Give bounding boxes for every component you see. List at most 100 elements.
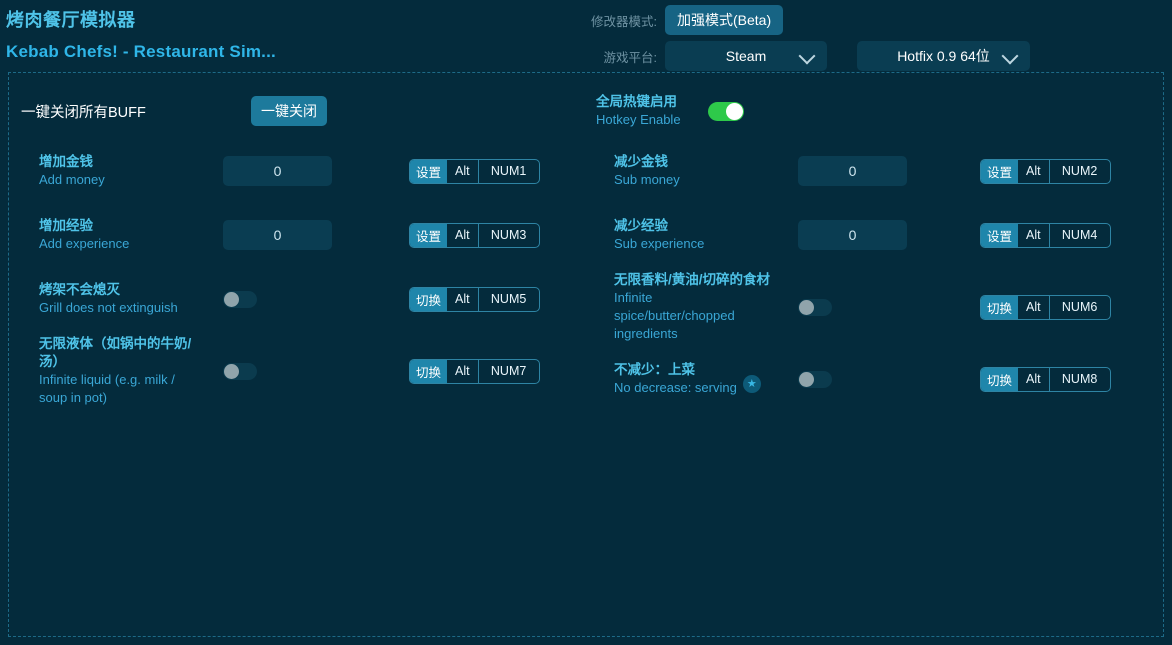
hotkey-modifier[interactable]: Alt	[1018, 160, 1049, 183]
cheat-name-cn: 增加金钱	[39, 153, 105, 171]
game-title-en: Kebab Chefs! - Restaurant Sim...	[6, 40, 276, 64]
cheat-value-input[interactable]	[223, 156, 332, 186]
cheat-toggle[interactable]	[798, 299, 832, 316]
hotkey-group: 切换AltNUM7	[409, 359, 540, 384]
cheat-hotkey-group-wrap: 切换AltNUM6	[980, 295, 1111, 320]
cheat-name-en: Grill does not extinguish	[39, 299, 178, 317]
chevron-down-icon	[1002, 48, 1019, 65]
cheat-row-labels: 增加经验Add experience	[21, 217, 203, 253]
cheat-hotkey-group-wrap: 设置AltNUM4	[980, 223, 1111, 248]
cheat-value-input[interactable]	[798, 220, 907, 250]
cheat-toggle[interactable]	[223, 291, 257, 308]
hotkey-modifier[interactable]: Alt	[447, 224, 478, 247]
hotkey-group: 切换AltNUM6	[980, 295, 1111, 320]
cheat-row: 烤架不会熄灭Grill does not extinguish 切换AltNUM5	[21, 267, 586, 331]
cheat-name-en: Add money	[39, 171, 105, 189]
toggle-knob	[224, 364, 239, 379]
cheat-name-en: Infinite spice/butter/chopped ingredient…	[614, 289, 770, 343]
hotkey-enable-toggle[interactable]	[708, 102, 744, 121]
hotkey-action-button[interactable]: 切换	[981, 296, 1018, 319]
hotkey-key[interactable]: NUM1	[478, 160, 539, 183]
trainer-mode-label: 修改器模式:	[575, 11, 665, 30]
cheat-toggle[interactable]	[798, 371, 832, 388]
hotkey-key[interactable]: NUM7	[478, 360, 539, 383]
cheat-row-label-text: 无限液体（如锅中的牛奶/汤）Infinite liquid (e.g. milk…	[39, 335, 195, 407]
cheat-row-control	[203, 156, 405, 186]
cheat-name-en: Add experience	[39, 235, 129, 253]
trainer-mode-button[interactable]: 加强模式(Beta)	[665, 5, 783, 35]
hotkey-modifier[interactable]: Alt	[447, 160, 478, 183]
app-header: 烤肉餐厅模拟器 Kebab Chefs! - Restaurant Sim...…	[0, 0, 1172, 70]
trainer-mode-row: 修改器模式: 加强模式(Beta)	[575, 4, 1165, 36]
hotkey-modifier[interactable]: Alt	[1018, 296, 1049, 319]
cheat-row-label-text: 烤架不会熄灭Grill does not extinguish	[39, 281, 178, 317]
cheat-value-input[interactable]	[798, 156, 907, 186]
hotkey-action-button[interactable]: 切换	[410, 360, 447, 383]
cheat-row-control	[778, 156, 980, 186]
cheat-columns: 一键关闭所有BUFF 一键关闭 增加金钱Add money设置AltNUM1增加…	[9, 73, 1163, 411]
hotkey-key[interactable]: NUM4	[1049, 224, 1110, 247]
hotkey-modifier[interactable]: Alt	[447, 360, 478, 383]
star-badge-icon: ★	[743, 375, 761, 393]
hotkey-action-button[interactable]: 设置	[410, 160, 447, 183]
hotkey-group: 设置AltNUM4	[980, 223, 1111, 248]
version-select-value: Hotfix 0.9 64位	[897, 46, 990, 66]
hotkey-modifier[interactable]: Alt	[1018, 224, 1049, 247]
version-select[interactable]: Hotfix 0.9 64位	[857, 41, 1030, 71]
cheat-row: 无限香料/黄油/切碎的食材Infinite spice/butter/chopp…	[596, 267, 1163, 347]
close-all-button[interactable]: 一键关闭	[251, 96, 327, 126]
cheat-column-left: 一键关闭所有BUFF 一键关闭 增加金钱Add money设置AltNUM1增加…	[9, 83, 586, 411]
toggle-knob	[726, 103, 743, 120]
hotkey-key[interactable]: NUM3	[478, 224, 539, 247]
cheat-name-cn: 无限液体（如锅中的牛奶/汤）	[39, 335, 195, 371]
hotkey-key[interactable]: NUM5	[478, 288, 539, 311]
cheat-panel: 一键关闭所有BUFF 一键关闭 增加金钱Add money设置AltNUM1增加…	[8, 72, 1164, 637]
cheat-row-control	[203, 220, 405, 250]
cheat-row-labels: 不减少：上菜No decrease: serving ★	[596, 361, 778, 397]
platform-label: 游戏平台:	[575, 47, 665, 66]
cheat-row-labels: 减少金钱Sub money	[596, 153, 778, 189]
hotkey-group: 切换AltNUM5	[409, 287, 540, 312]
cheat-row-label-text: 不减少：上菜No decrease: serving	[614, 361, 737, 397]
hotkey-action-button[interactable]: 设置	[981, 160, 1018, 183]
cheat-row-labels: 烤架不会熄灭Grill does not extinguish	[21, 281, 203, 317]
hotkey-enable-name-en: Hotkey Enable	[596, 111, 708, 129]
cheat-toggle[interactable]	[223, 363, 257, 380]
cheat-name-en: No decrease: serving	[614, 379, 737, 397]
hotkey-enable-name-cn: 全局热键启用	[596, 93, 708, 111]
cheat-rows-left: 增加金钱Add money设置AltNUM1增加经验Add experience…	[21, 139, 586, 411]
cheat-hotkey-group-wrap: 切换AltNUM5	[409, 287, 540, 312]
cheat-row: 减少金钱Sub money 设置AltNUM2	[596, 139, 1163, 203]
hotkey-modifier[interactable]: Alt	[447, 288, 478, 311]
hotkey-enable-labels: 全局热键启用 Hotkey Enable	[596, 93, 708, 129]
hotkey-action-button[interactable]: 切换	[410, 288, 447, 311]
title-block: 烤肉餐厅模拟器 Kebab Chefs! - Restaurant Sim...	[6, 8, 276, 64]
cheat-hotkey-group-wrap: 设置AltNUM2	[980, 159, 1111, 184]
cheat-row-control	[778, 299, 980, 316]
hotkey-key[interactable]: NUM6	[1049, 296, 1110, 319]
cheat-name-en: Infinite liquid (e.g. milk / soup in pot…	[39, 371, 195, 407]
cheat-name-cn: 减少金钱	[614, 153, 680, 171]
cheat-row-control	[778, 371, 980, 388]
hotkey-group: 设置AltNUM2	[980, 159, 1111, 184]
hotkey-key[interactable]: NUM2	[1049, 160, 1110, 183]
cheat-column-right: 全局热键启用 Hotkey Enable 减少金钱Sub money设置AltN…	[586, 83, 1163, 411]
hotkey-action-button[interactable]: 设置	[410, 224, 447, 247]
hotkey-modifier[interactable]: Alt	[1018, 368, 1049, 391]
hotkey-action-button[interactable]: 切换	[981, 368, 1018, 391]
cheat-value-input[interactable]	[223, 220, 332, 250]
hotkey-group: 切换AltNUM8	[980, 367, 1111, 392]
cheat-hotkey-group-wrap: 切换AltNUM8	[980, 367, 1111, 392]
toggle-knob	[799, 300, 814, 315]
cheat-row-labels: 增加金钱Add money	[21, 153, 203, 189]
hotkey-action-button[interactable]: 设置	[981, 224, 1018, 247]
platform-select-value: Steam	[726, 48, 766, 64]
platform-select[interactable]: Steam	[665, 41, 827, 71]
hotkey-key[interactable]: NUM8	[1049, 368, 1110, 391]
toggle-knob	[224, 292, 239, 307]
hotkey-enable-row: 全局热键启用 Hotkey Enable	[596, 83, 1163, 139]
cheat-name-en: Sub experience	[614, 235, 704, 253]
chevron-down-icon	[799, 48, 816, 65]
game-title-cn: 烤肉餐厅模拟器	[6, 8, 276, 32]
cheat-row-labels: 无限香料/黄油/切碎的食材Infinite spice/butter/chopp…	[596, 271, 778, 343]
